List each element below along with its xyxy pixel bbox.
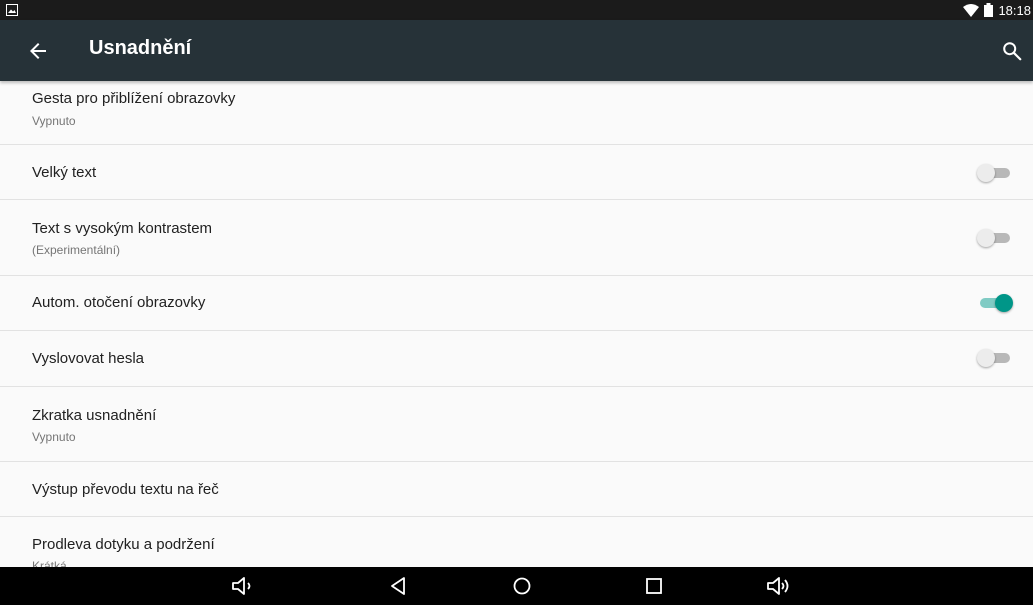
search-icon[interactable] [1001, 40, 1023, 62]
status-bar: 18:18 [0, 0, 1033, 20]
setting-summary: Krátká [32, 559, 67, 567]
toggle-thumb [977, 164, 995, 182]
setting-title: Velký text [32, 164, 97, 181]
back-triangle-icon[interactable] [385, 573, 411, 599]
volume-up-icon[interactable] [766, 573, 792, 599]
setting-summary: Vypnuto [32, 430, 76, 444]
setting-title: Vyslovovat hesla [32, 350, 145, 367]
setting-accessibility-shortcut[interactable]: Zkratka usnadnění Vypnuto [0, 387, 1033, 462]
setting-high-contrast-text[interactable]: Text s vysokým kontrastem (Experimentáln… [0, 200, 1033, 276]
home-circle-icon[interactable] [509, 573, 535, 599]
back-arrow-icon[interactable] [26, 39, 50, 63]
setting-speak-passwords[interactable]: Vyslovovat hesla [0, 331, 1033, 387]
wifi-icon [963, 3, 980, 17]
setting-title: Gesta pro přiblížení obrazovky [32, 90, 236, 107]
volume-down-icon[interactable] [230, 573, 256, 599]
status-time: 18:18 [998, 2, 1031, 18]
setting-summary: Vypnuto [32, 114, 76, 128]
image-notification-icon [6, 4, 18, 16]
large-text-toggle[interactable] [977, 162, 1013, 184]
setting-title: Text s vysokým kontrastem [32, 220, 213, 237]
status-icons: 18:18 [963, 0, 1031, 20]
setting-title: Zkratka usnadnění [32, 407, 157, 424]
setting-magnification-gestures[interactable]: Gesta pro přiblížení obrazovky Vypnuto [0, 81, 1033, 145]
setting-summary: (Experimentální) [32, 243, 121, 257]
setting-tts-output[interactable]: Výstup převodu textu na řeč [0, 462, 1033, 517]
auto-rotate-toggle[interactable] [977, 292, 1013, 314]
high-contrast-toggle[interactable] [977, 227, 1013, 249]
setting-auto-rotate[interactable]: Autom. otočení obrazovky [0, 276, 1033, 331]
setting-title: Prodleva dotyku a podržení [32, 536, 215, 553]
setting-large-text[interactable]: Velký text [0, 145, 1033, 200]
settings-list: Gesta pro přiblížení obrazovky Vypnuto V… [0, 81, 1033, 567]
battery-icon [984, 3, 994, 17]
recents-square-icon[interactable] [641, 573, 667, 599]
setting-title: Výstup převodu textu na řeč [32, 481, 219, 498]
speak-passwords-toggle[interactable] [977, 347, 1013, 369]
toggle-thumb [995, 294, 1013, 312]
navigation-bar [0, 567, 1033, 605]
toggle-thumb [977, 349, 995, 367]
setting-touch-hold-delay[interactable]: Prodleva dotyku a podržení Krátká [0, 517, 1033, 567]
setting-title: Autom. otočení obrazovky [32, 294, 206, 311]
app-bar: Usnadnění [0, 20, 1033, 81]
toggle-thumb [977, 229, 995, 247]
page-title: Usnadnění [89, 37, 192, 59]
